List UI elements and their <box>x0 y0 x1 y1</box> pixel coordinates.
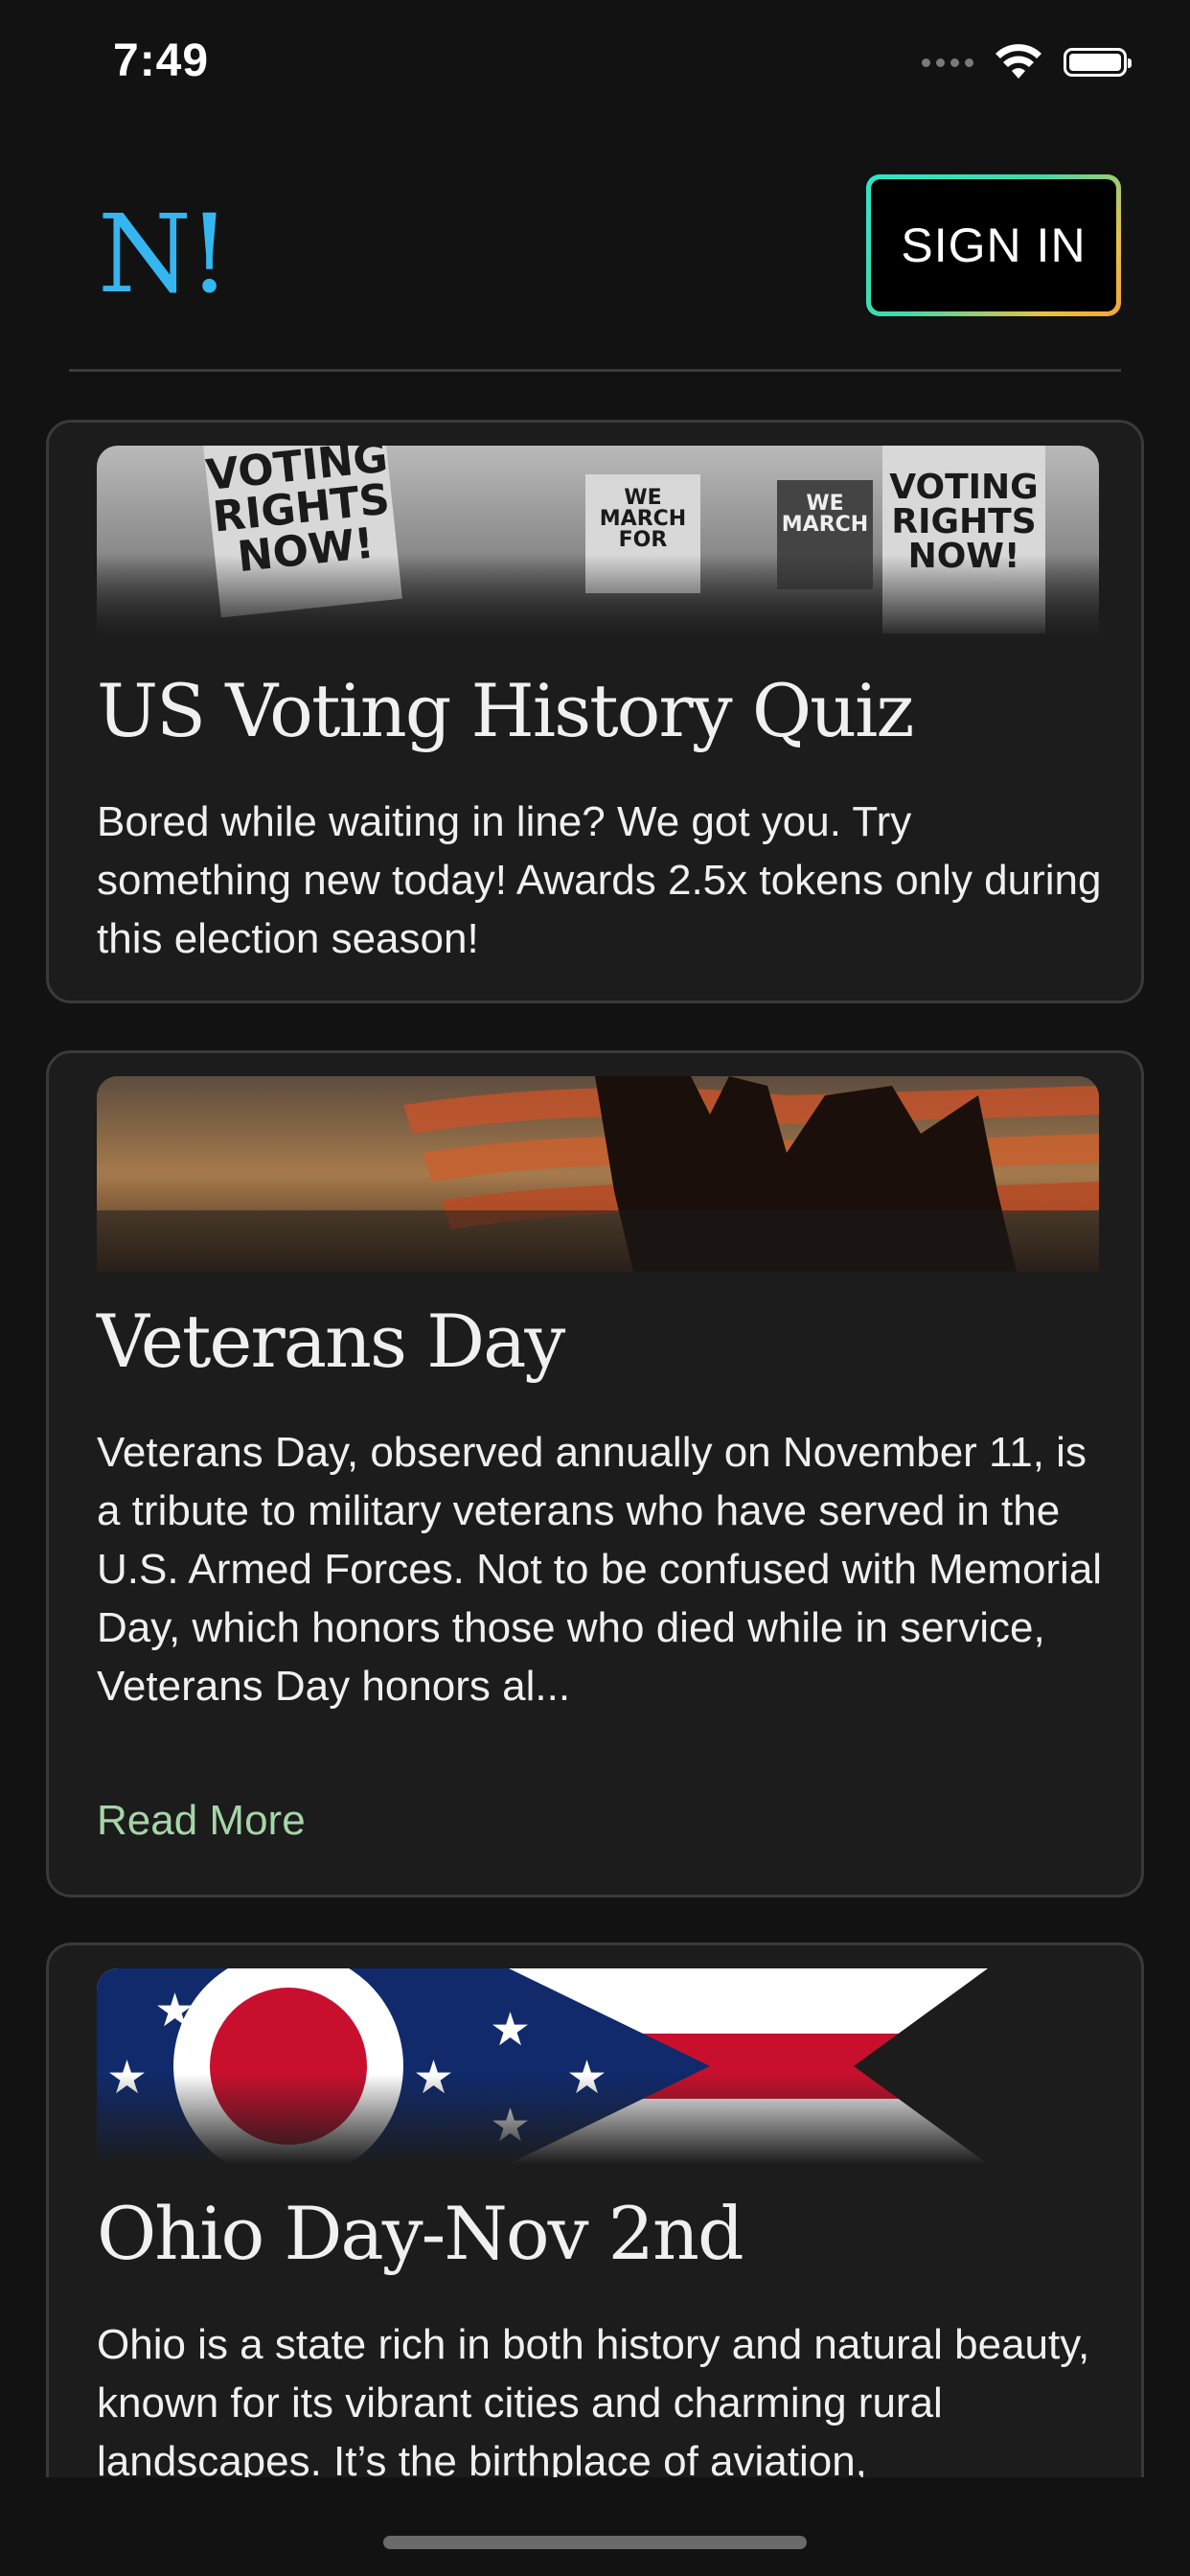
ohio-flag-image: ★ ★ ★ ★ ★ ★ <box>97 1968 1099 2164</box>
app-logo[interactable]: N! <box>98 201 231 309</box>
ohio-flag-graphic: ★ ★ ★ ★ ★ ★ <box>97 1968 1099 2164</box>
card-title: US Voting History Quiz <box>97 668 914 753</box>
svg-text:★: ★ <box>154 1984 195 2037</box>
feed-card-ohio-day[interactable]: ★ ★ ★ ★ ★ ★ Ohio Day-Nov 2nd Ohio is a s… <box>46 1943 1144 2556</box>
cellular-dots-icon <box>922 58 973 67</box>
status-bar: 7:49 <box>0 0 1190 134</box>
card-body: Ohio is a state rich in both history and… <box>97 2321 1090 2485</box>
sign-in-button-border[interactable]: SIGN IN <box>866 174 1121 316</box>
flag-stripes-graphic <box>97 1076 1099 1272</box>
read-more-link[interactable]: Read More <box>97 1797 306 1845</box>
svg-text:★: ★ <box>490 2003 531 2057</box>
card-body: Veterans Day, observed annually on Novem… <box>97 1429 1103 1710</box>
home-indicator[interactable] <box>383 2536 807 2549</box>
battery-icon <box>1064 48 1132 77</box>
bottom-safe-area <box>0 2477 1190 2576</box>
header-divider <box>69 369 1121 372</box>
status-time: 7:49 <box>113 35 210 86</box>
card-body: Bored while waiting in line? We got you.… <box>97 798 1102 962</box>
wifi-icon <box>995 44 1041 79</box>
veterans-flag-salute-image <box>97 1076 1099 1272</box>
card-title: Veterans Day <box>97 1299 565 1384</box>
voting-rights-protest-image: VOTING RIGHTS NOW! WE MARCH FOR WE MARCH… <box>97 446 1099 641</box>
feed-card-voting-quiz[interactable]: VOTING RIGHTS NOW! WE MARCH FOR WE MARCH… <box>46 420 1144 1003</box>
status-icons <box>922 44 1132 80</box>
card-title: Ohio Day-Nov 2nd <box>97 2191 744 2276</box>
feed-card-veterans-day[interactable]: Veterans Day Veterans Day, observed annu… <box>46 1050 1144 1898</box>
sign-in-button[interactable]: SIGN IN <box>871 179 1116 311</box>
